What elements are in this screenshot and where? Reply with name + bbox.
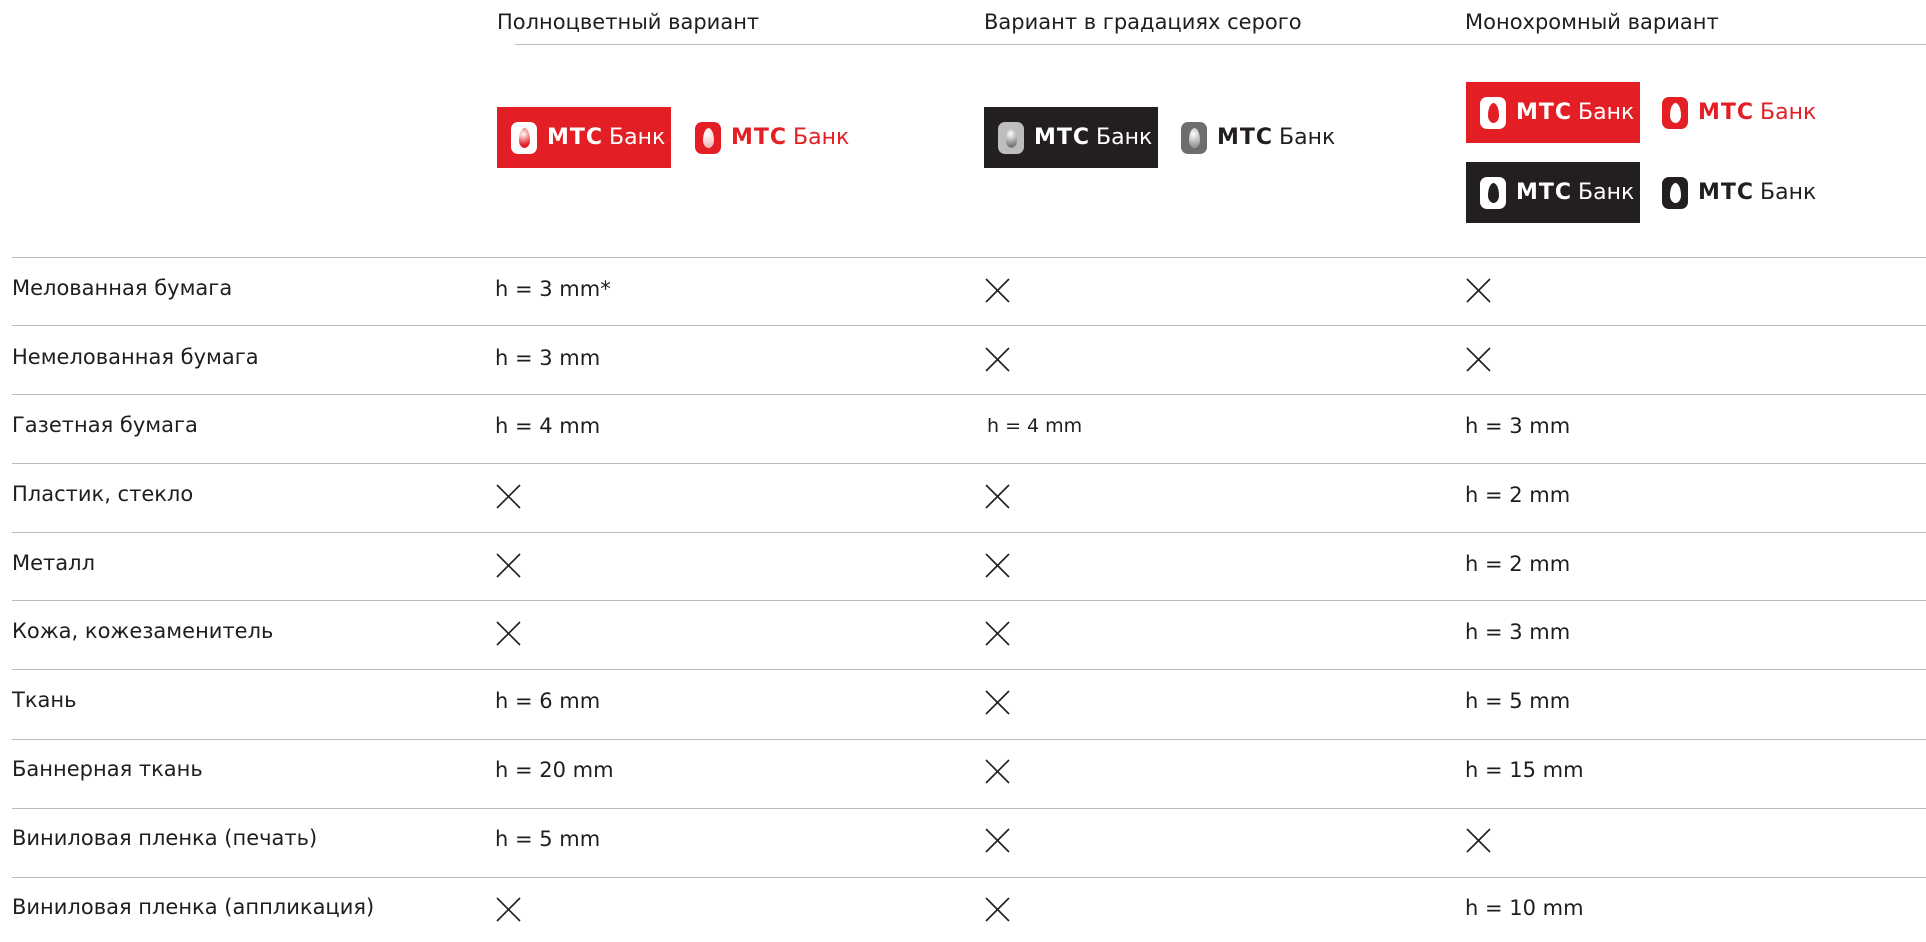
not-applicable-icon xyxy=(495,552,522,585)
not-applicable-icon xyxy=(495,483,522,516)
row-divider xyxy=(12,325,1926,326)
not-applicable-icon xyxy=(984,896,1011,929)
row-label: Виниловая пленка (аппликация) xyxy=(12,895,375,919)
not-applicable-icon xyxy=(984,483,1011,516)
row-label: Мелованная бумага xyxy=(12,276,233,300)
not-applicable-icon xyxy=(984,346,1011,379)
logo-mono-red-plain: МТС Банк xyxy=(1662,82,1816,143)
row-divider xyxy=(12,600,1926,601)
column-header-full-color: Полноцветный вариант xyxy=(497,10,760,34)
size-value: h = 20 mm xyxy=(495,758,614,782)
header-rule xyxy=(515,44,1926,45)
size-value: h = 10 mm xyxy=(1465,896,1584,920)
row-label: Виниловая пленка (печать) xyxy=(12,826,318,850)
logo-full-color-plain: МТС Банк xyxy=(695,107,849,168)
egg-icon xyxy=(695,121,721,154)
not-applicable-icon xyxy=(495,620,522,653)
row-label: Металл xyxy=(12,551,95,575)
row-divider xyxy=(12,877,1926,878)
row-label: Кожа, кожезаменитель xyxy=(12,619,274,643)
logo-full-color-boxed: МТС Банк xyxy=(497,107,671,168)
size-value: h = 3 mm* xyxy=(495,277,611,301)
column-header-mono: Монохромный вариант xyxy=(1465,10,1719,34)
egg-icon xyxy=(1480,96,1506,129)
not-applicable-icon xyxy=(984,277,1011,310)
not-applicable-icon xyxy=(1465,827,1492,860)
size-value: h = 3 mm xyxy=(1465,620,1571,644)
not-applicable-icon xyxy=(495,896,522,929)
not-applicable-icon xyxy=(1465,346,1492,379)
size-value: h = 5 mm xyxy=(1465,689,1571,713)
row-label: Газетная бумага xyxy=(12,413,198,437)
not-applicable-icon xyxy=(984,552,1011,585)
row-divider xyxy=(12,669,1926,670)
row-divider xyxy=(12,394,1926,395)
size-value: h = 2 mm xyxy=(1465,483,1571,507)
not-applicable-icon xyxy=(1465,277,1492,310)
not-applicable-icon xyxy=(984,758,1011,791)
row-label: Баннерная ткань xyxy=(12,757,203,781)
logo-mono-black-boxed: МТС Банк xyxy=(1466,162,1640,223)
size-value: h = 15 mm xyxy=(1465,758,1584,782)
not-applicable-icon xyxy=(984,827,1011,860)
size-value: h = 5 mm xyxy=(495,827,601,851)
size-value: h = 4 mm xyxy=(495,414,601,438)
row-divider xyxy=(12,532,1926,533)
egg-icon xyxy=(1662,176,1688,209)
row-label: Пластик, стекло xyxy=(12,482,194,506)
logo-mono-red-boxed: МТС Банк xyxy=(1466,82,1640,143)
egg-icon xyxy=(998,121,1024,154)
row-divider xyxy=(12,463,1926,464)
row-divider xyxy=(12,808,1926,809)
egg-icon xyxy=(1181,121,1207,154)
size-value: h = 2 mm xyxy=(1465,552,1571,576)
row-divider xyxy=(12,739,1926,740)
logo-grayscale-boxed: МТС Банк xyxy=(984,107,1158,168)
egg-icon xyxy=(511,121,537,154)
column-header-grayscale: Вариант в градациях серого xyxy=(984,10,1302,34)
not-applicable-icon xyxy=(984,689,1011,722)
logo-mono-black-plain: МТС Банк xyxy=(1662,162,1816,223)
size-value: h = 3 mm xyxy=(1465,414,1571,438)
size-value: h = 4 mm xyxy=(987,415,1083,437)
row-label: Немелованная бумага xyxy=(12,345,259,369)
row-divider xyxy=(12,257,1926,258)
not-applicable-icon xyxy=(984,620,1011,653)
egg-icon xyxy=(1480,176,1506,209)
row-label: Ткань xyxy=(12,688,77,712)
egg-icon xyxy=(1662,96,1688,129)
size-value: h = 3 mm xyxy=(495,346,601,370)
logo-grayscale-plain: МТС Банк xyxy=(1181,107,1335,168)
size-value: h = 6 mm xyxy=(495,689,601,713)
